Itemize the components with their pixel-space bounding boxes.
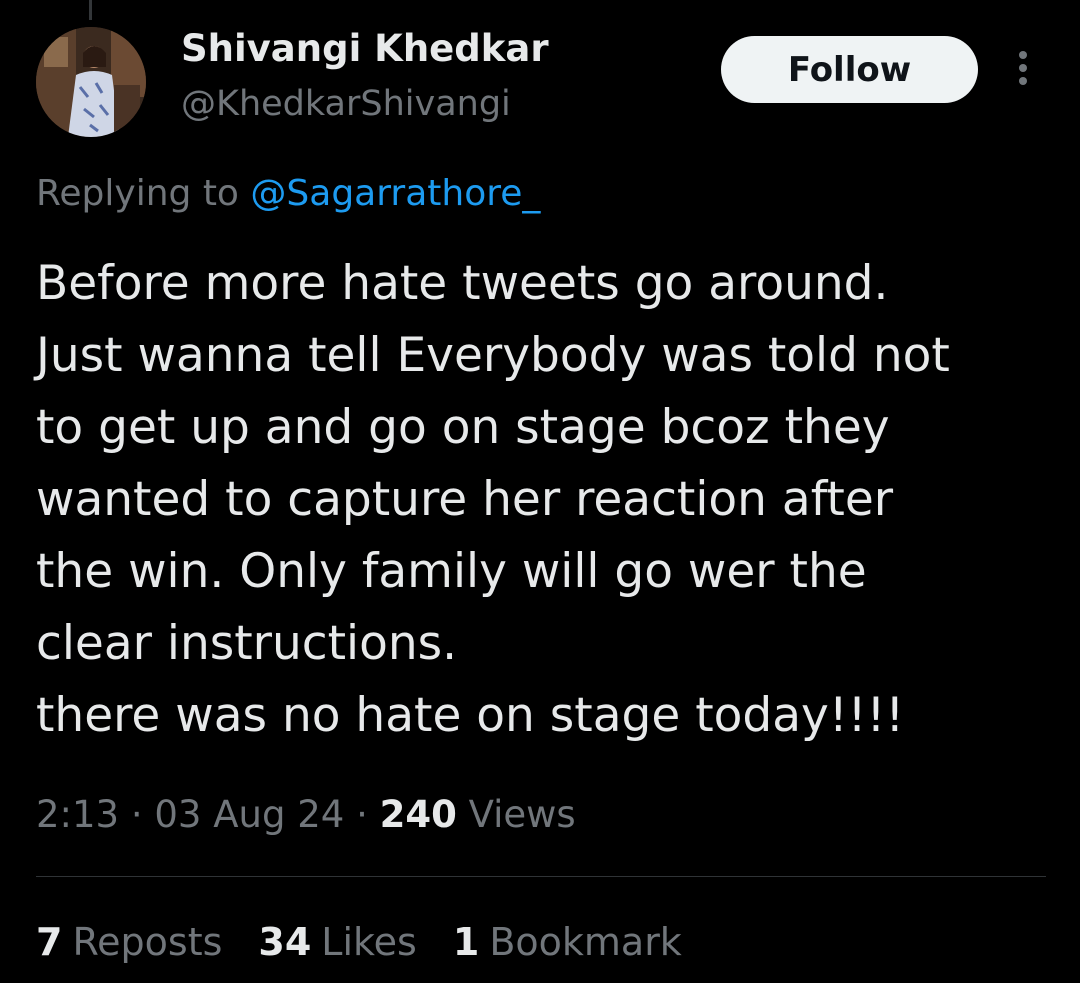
views-label: Views xyxy=(468,793,576,836)
meta-separator: · xyxy=(356,793,368,836)
likes-count: 34 xyxy=(258,920,312,964)
follow-button[interactable]: Follow xyxy=(721,36,978,103)
tweet-meta: 2:13 · 03 Aug 24 · 240 Views xyxy=(36,790,576,840)
tweet-text-line: to get up and go on stage bcoz they xyxy=(36,400,890,455)
tweet-header: Shivangi Khedkar @KhedkarShivangi Follow xyxy=(0,0,1080,150)
replying-to-line: Replying to @Sagarrathore_ xyxy=(36,170,540,218)
bookmarks-stat[interactable]: 1 Bookmark xyxy=(453,916,682,968)
tweet-text-line: the win. Only family will go wer the xyxy=(36,544,867,599)
tweet-date[interactable]: 03 Aug 24 xyxy=(154,793,344,836)
divider xyxy=(36,876,1046,877)
more-vertical-icon[interactable] xyxy=(1005,46,1041,90)
views-count: 240 xyxy=(379,793,457,836)
engagement-stats: 7 Reposts 34 Likes 1 Bookmark xyxy=(36,916,718,968)
replying-to-label: Replying to xyxy=(36,173,239,214)
tweet-text-line: there was no hate on stage today!!!! xyxy=(36,688,905,743)
reposts-count: 7 xyxy=(36,920,63,964)
reply-mention-link[interactable]: @Sagarrathore_ xyxy=(250,173,540,214)
display-name[interactable]: Shivangi Khedkar xyxy=(181,26,549,72)
profile-photo-icon xyxy=(36,27,146,137)
tweet-text-line: Just wanna tell Everybody was told not xyxy=(36,328,950,383)
meta-separator: · xyxy=(130,793,143,836)
reposts-label: Reposts xyxy=(72,920,223,964)
likes-label: Likes xyxy=(321,920,417,964)
tweet-text: Before more hate tweets go around. Just … xyxy=(36,248,1046,752)
user-handle[interactable]: @KhedkarShivangi xyxy=(181,82,511,126)
tweet-text-line: clear instructions. xyxy=(36,616,458,671)
tweet-text-line: Before more hate tweets go around. xyxy=(36,256,889,311)
avatar[interactable] xyxy=(36,27,146,137)
tweet-text-line: wanted to capture her reaction after xyxy=(36,472,894,527)
bookmarks-count: 1 xyxy=(452,920,480,964)
bookmarks-label: Bookmark xyxy=(489,920,682,964)
reposts-stat[interactable]: 7 Reposts xyxy=(36,916,222,968)
likes-stat[interactable]: 34 Likes xyxy=(258,916,416,968)
tweet-time[interactable]: 2:13 xyxy=(36,793,119,836)
